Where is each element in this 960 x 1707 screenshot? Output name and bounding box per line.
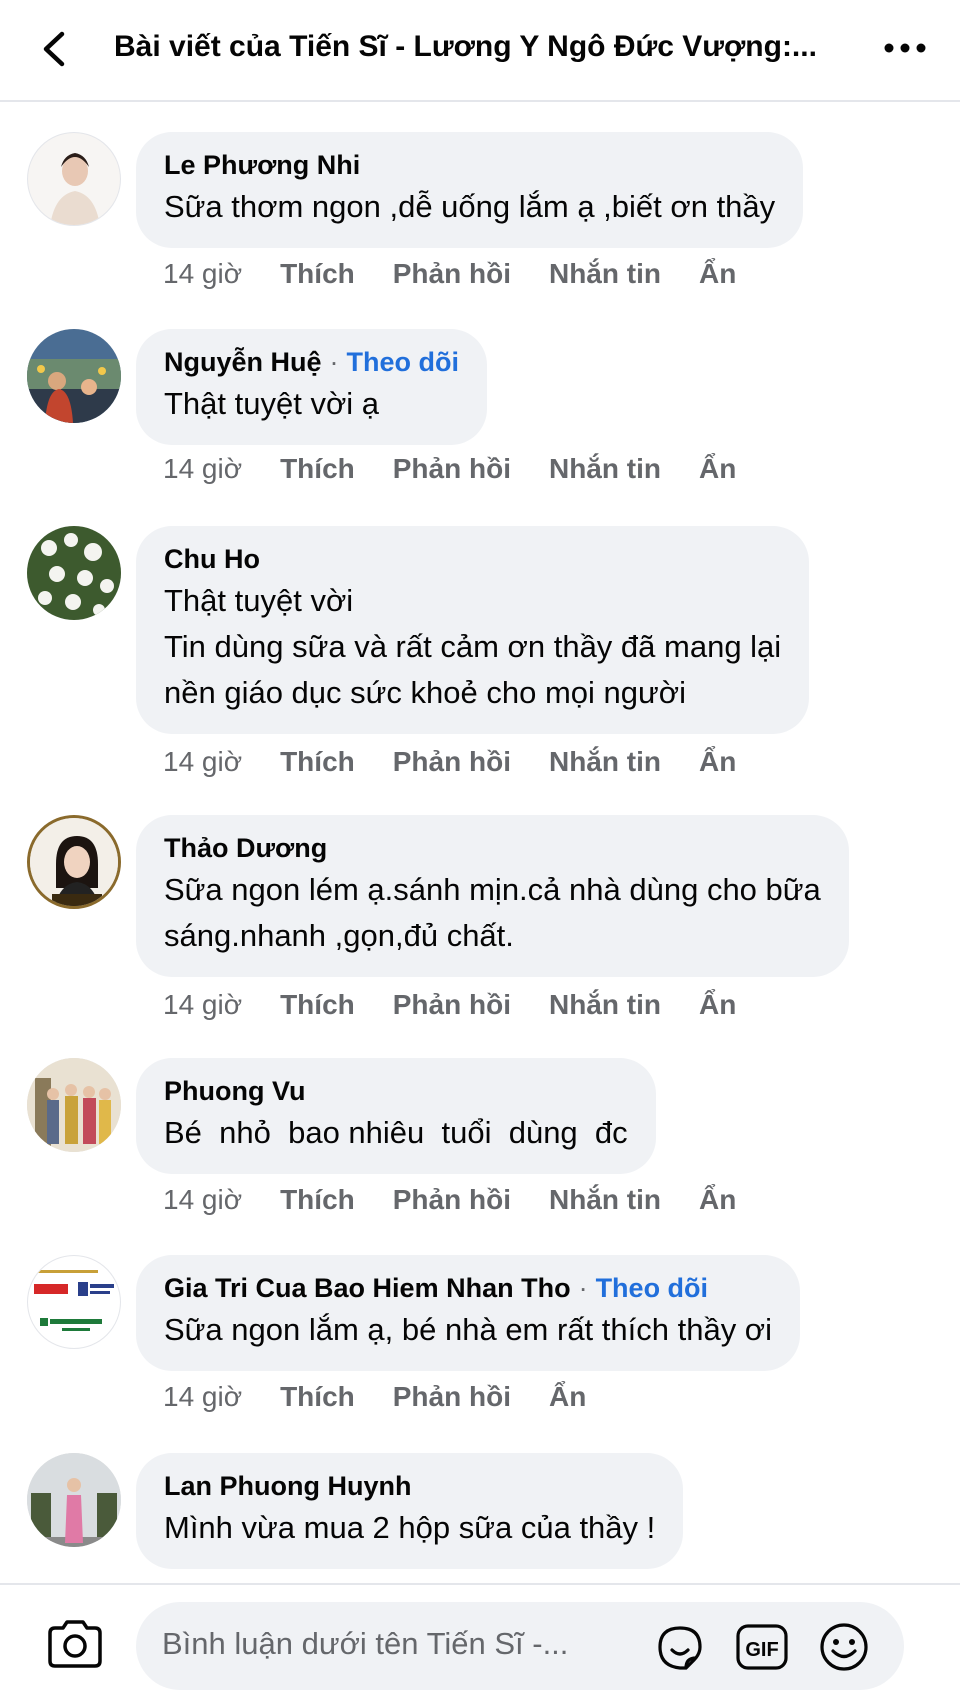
- comment-text: Sữa ngon lắm ạ, bé nhà em rất thích thầy…: [164, 1312, 773, 1347]
- reply-button[interactable]: Phản hồi: [393, 258, 511, 290]
- avatar[interactable]: [27, 526, 121, 620]
- comment-actions: 14 giờ Thích Phản hồi Nhắn tin Ẩn: [163, 258, 774, 298]
- like-button[interactable]: Thích: [280, 1381, 355, 1413]
- avatar[interactable]: [27, 329, 121, 423]
- camera-icon[interactable]: [44, 1613, 106, 1675]
- comment-time: 14 giờ: [163, 989, 243, 1020]
- separator-dot: ·: [329, 347, 339, 377]
- comment-text: sáng.nhanh ,gọn,đủ chất.: [164, 918, 514, 953]
- message-button[interactable]: Nhắn tin: [549, 453, 661, 485]
- follow-button[interactable]: Theo dõi: [596, 1273, 708, 1303]
- comment-time: 14 giờ: [163, 453, 243, 484]
- comment-bubble: Phuong Vu Bé nhỏ bao nhiêu tuổi dùng đc: [136, 1058, 656, 1174]
- avatar[interactable]: [27, 1453, 121, 1547]
- comment-time: 14 giờ: [163, 258, 243, 289]
- like-button[interactable]: Thích: [280, 746, 355, 778]
- comment-actions: 14 giờ Thích Phản hồi Nhắn tin Ẩn: [163, 989, 774, 1029]
- emoji-icon[interactable]: [816, 1620, 872, 1674]
- avatar[interactable]: [27, 1058, 121, 1152]
- comment-author[interactable]: Chu Ho: [164, 540, 781, 578]
- comment-placeholder: Bình luận dưới tên Tiến Sĩ -...: [162, 1626, 569, 1661]
- comment-bubble: Thảo Dương Sữa ngon lém ạ.sánh mịn.cả nh…: [136, 815, 849, 977]
- comment-text: Thật tuyệt vời: [164, 583, 354, 618]
- separator-dot: ·: [578, 1273, 588, 1303]
- reply-button[interactable]: Phản hồi: [393, 1381, 511, 1413]
- like-button[interactable]: Thích: [280, 1184, 355, 1216]
- comment-text: Sữa thơm ngon ,dễ uống lắm ạ ,biết ơn th…: [164, 189, 776, 224]
- message-button[interactable]: Nhắn tin: [549, 1184, 661, 1216]
- comment-bubble: Nguyễn Huệ · Theo dõi Thật tuyệt vời ạ: [136, 329, 488, 445]
- hide-button[interactable]: Ẩn: [699, 258, 736, 290]
- comment-text: Mình vừa mua 2 hộp sữa của thầy !: [164, 1510, 656, 1545]
- comment-actions: 14 giờ Thích Phản hồi Ẩn: [163, 1381, 624, 1421]
- follow-button[interactable]: Theo dõi: [347, 347, 459, 377]
- comment-text: Tin dùng sữa và rất cảm ơn thầy đã mang …: [164, 629, 782, 664]
- hide-button[interactable]: Ẩn: [699, 746, 736, 778]
- comment-author[interactable]: Nguyễn Huệ · Theo dõi: [164, 343, 459, 381]
- comment-text: Bé nhỏ bao nhiêu tuổi dùng đc: [164, 1115, 628, 1150]
- hide-button[interactable]: Ẩn: [699, 1184, 736, 1216]
- message-button[interactable]: Nhắn tin: [549, 746, 661, 778]
- sticker-icon[interactable]: [652, 1620, 708, 1674]
- more-dots-icon[interactable]: [880, 30, 930, 66]
- comment-author[interactable]: Thảo Dương: [164, 829, 821, 867]
- gif-button[interactable]: GIF: [734, 1620, 790, 1674]
- hide-button[interactable]: Ẩn: [549, 1381, 586, 1413]
- comment-text: Thật tuyệt vời ạ: [164, 386, 380, 421]
- hide-button[interactable]: Ẩn: [699, 453, 736, 485]
- comment-text: nền giáo dục sức khoẻ cho mọi người: [164, 675, 686, 710]
- comment-bubble: Gia Tri Cua Bao Hiem Nhan Tho · Theo dõi S…: [136, 1255, 801, 1371]
- top-bar: Bài viết của Tiến Sĩ - Lương Y Ngô Đức V…: [0, 0, 960, 102]
- comment-composer: Bình luận dưới tên Tiến Sĩ -... GIF: [0, 1583, 960, 1707]
- like-button[interactable]: Thích: [280, 453, 355, 485]
- chevron-left-icon[interactable]: [30, 24, 80, 74]
- avatar[interactable]: [27, 815, 121, 909]
- comment-input[interactable]: Bình luận dưới tên Tiến Sĩ -... GIF: [136, 1602, 904, 1690]
- avatar[interactable]: [27, 1255, 121, 1349]
- comment-bubble: Chu Ho Thật tuyệt vời Tin dùng sữa và rấ…: [136, 526, 810, 734]
- comment-author[interactable]: Le Phương Nhi: [164, 146, 775, 184]
- comment-actions: 14 giờ Thích Phản hồi Nhắn tin Ẩn: [163, 746, 774, 786]
- avatar[interactable]: [27, 132, 121, 226]
- comment-time: 14 giờ: [163, 1184, 243, 1215]
- like-button[interactable]: Thích: [280, 258, 355, 290]
- comment-time: 14 giờ: [163, 746, 243, 777]
- comment-author[interactable]: Phuong Vu: [164, 1072, 628, 1110]
- message-button[interactable]: Nhắn tin: [549, 258, 661, 290]
- reply-button[interactable]: Phản hồi: [393, 453, 511, 485]
- comment-author[interactable]: Gia Tri Cua Bao Hiem Nhan Tho · Theo dõi: [164, 1269, 772, 1307]
- comment-actions: 14 giờ Thích Phản hồi Nhắn tin Ẩn: [163, 1184, 774, 1224]
- message-button[interactable]: Nhắn tin: [549, 989, 661, 1021]
- reply-button[interactable]: Phản hồi: [393, 746, 511, 778]
- comment-time: 14 giờ: [163, 1381, 243, 1412]
- reply-button[interactable]: Phản hồi: [393, 1184, 511, 1216]
- comment-bubble: Lan Phuong Huynh Mình vừa mua 2 hộp sữa …: [136, 1453, 684, 1569]
- comment-actions: 14 giờ Thích Phản hồi Nhắn tin Ẩn: [163, 453, 774, 493]
- hide-button[interactable]: Ẩn: [699, 989, 736, 1021]
- gif-label: GIF: [745, 1639, 778, 1661]
- comment-author[interactable]: Lan Phuong Huynh: [164, 1467, 655, 1505]
- comment-text: Sữa ngon lém ạ.sánh mịn.cả nhà dùng cho …: [164, 872, 821, 907]
- comment-bubble: Le Phương Nhi Sữa thơm ngon ,dễ uống lắm…: [136, 132, 804, 248]
- page-title: Bài viết của Tiến Sĩ - Lương Y Ngô Đức V…: [114, 30, 817, 63]
- reply-button[interactable]: Phản hồi: [393, 989, 511, 1021]
- like-button[interactable]: Thích: [280, 989, 355, 1021]
